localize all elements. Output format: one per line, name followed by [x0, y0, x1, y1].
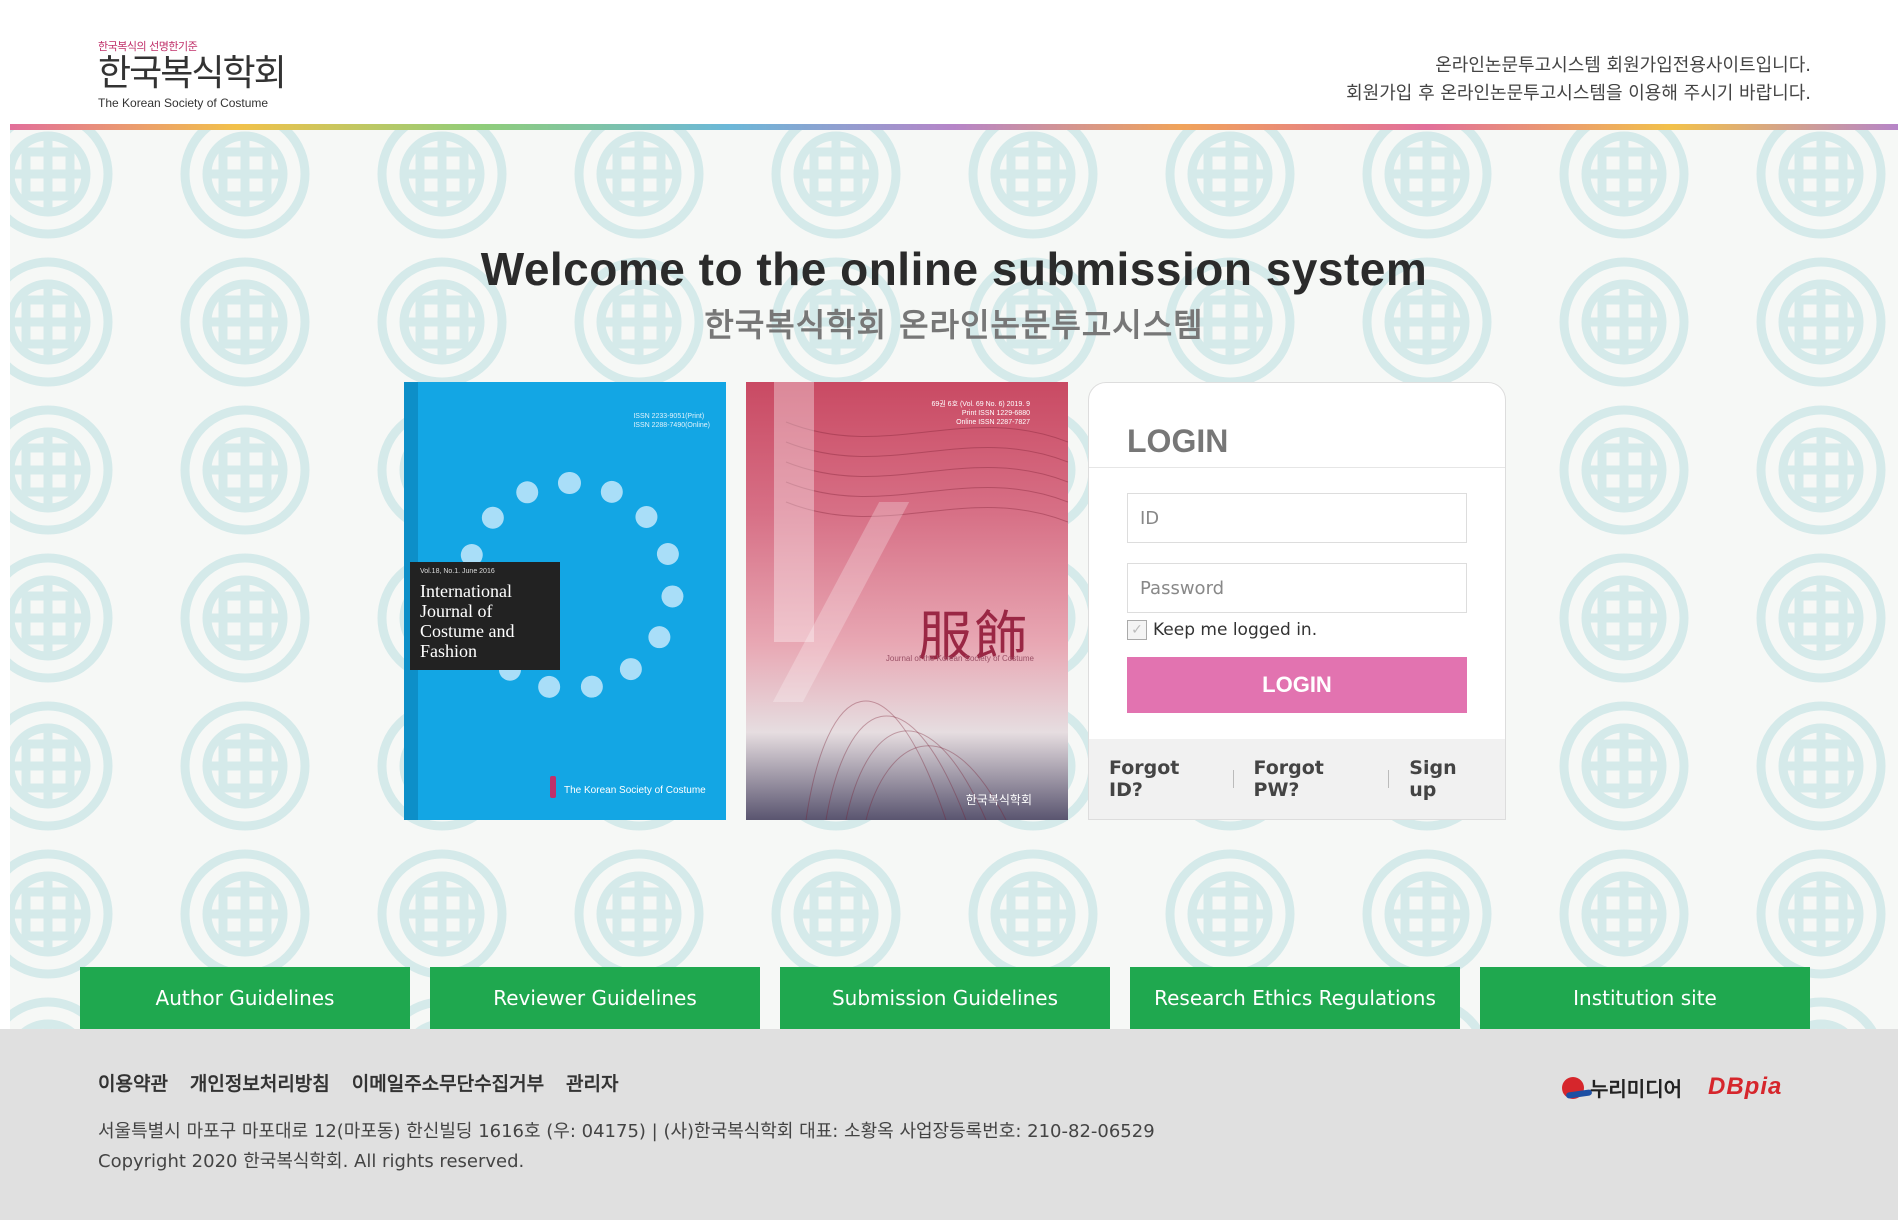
nurimedia-label: 누리미디어 — [1590, 1077, 1682, 1101]
site-header: 한국복식의 선명한기준 한국복식학회 The Korean Society of… — [0, 0, 1898, 124]
keep-logged-in-checkbox[interactable]: ✓ — [1127, 620, 1147, 640]
nurimedia-logo[interactable]: 누리미디어 — [1562, 1073, 1682, 1102]
terms-link[interactable]: 이용약관 — [98, 1069, 168, 1096]
ijcf-society: The Korean Society of Costume — [564, 785, 706, 796]
login-heading: LOGIN — [1127, 423, 1229, 459]
footer-copyright: Copyright 2020 한국복식학회. All rights reserv… — [98, 1151, 525, 1172]
institution-site-button[interactable]: Institution site — [1480, 967, 1810, 1029]
login-button[interactable]: LOGIN — [1127, 657, 1467, 713]
notice-line-1: 온라인논문투고시스템 회원가입전용사이트입니다. — [1435, 55, 1811, 76]
logo-subtitle: The Korean Society of Costume — [98, 96, 269, 110]
submission-guidelines-button[interactable]: Submission Guidelines — [780, 967, 1110, 1029]
footer-address: 서울특별시 마포구 마포대로 12(마포동) 한신빌딩 1616호 (우: 04… — [98, 1121, 1155, 1142]
notice-line-2: 회원가입 후 온라인논문투고시스템을 이용해 주시기 바랍니다. — [1346, 83, 1811, 104]
hero-section: Welcome to the online submission system … — [10, 130, 1898, 1029]
logo-tagline: 한국복식의 선명한기준 — [98, 40, 198, 53]
privacy-policy-link[interactable]: 개인정보처리방침 — [190, 1069, 330, 1096]
bokshik-journal-cover[interactable]: 69권 6호 (Vol. 69 No. 6) 2019. 9 Print ISS… — [746, 382, 1068, 820]
ijcf-volume: Vol.18, No.1. June 2016 — [420, 568, 495, 575]
bokshik-meta: 69권 6호 (Vol. 69 No. 6) 2019. 9 Print ISS… — [932, 400, 1031, 427]
keep-logged-in[interactable]: ✓ Keep me logged in. — [1127, 619, 1317, 641]
ijcf-journal-cover[interactable]: ISSN 2233-9051(Print) ISSN 2288-7490(Onl… — [404, 382, 726, 820]
ijcf-title: International Journal of Costume and Fas… — [420, 581, 515, 661]
bokshik-journal-name: Journal of the Korean Society of Costume — [885, 654, 1034, 663]
ijcf-issn-online: ISSN 2288-7490(Online) — [633, 422, 710, 429]
forgot-pw-link[interactable]: Forgot PW? — [1234, 757, 1389, 801]
society-logo[interactable]: 한국복식의 선명한기준 한국복식학회 The Korean Society of… — [98, 40, 298, 110]
society-mark-icon — [550, 776, 556, 798]
welcome-title: Welcome to the online submission system — [480, 243, 1428, 295]
keep-logged-in-label: Keep me logged in. — [1153, 620, 1318, 640]
footer-links: 이용약관 개인정보처리방침 이메일주소무단수집거부 관리자 — [98, 1069, 641, 1096]
dbpia-logo[interactable]: DBpia — [1708, 1073, 1782, 1101]
reviewer-guidelines-button[interactable]: Reviewer Guidelines — [430, 967, 760, 1029]
nurimedia-icon — [1562, 1076, 1584, 1099]
ijcf-issn: ISSN 2233-9051(Print) ISSN 2288-7490(Onl… — [633, 412, 710, 430]
research-ethics-button[interactable]: Research Ethics Regulations — [1130, 967, 1460, 1029]
welcome-subtitle: 한국복식학회 온라인논문투고시스템 — [704, 306, 1204, 344]
login-links: Forgot ID? Forgot PW? Sign up — [1089, 739, 1505, 819]
signup-notice: 온라인논문투고시스템 회원가입전용사이트입니다. 회원가입 후 온라인논문투고시… — [1346, 52, 1811, 108]
admin-link[interactable]: 관리자 — [566, 1069, 618, 1096]
bokshik-volume: 69권 6호 (Vol. 69 No. 6) 2019. 9 — [931, 401, 1031, 408]
bokshik-society: 한국복식학회 — [965, 793, 1032, 807]
bokshik-issn-print: Print ISSN 1229-6880 — [961, 410, 1030, 417]
author-guidelines-button[interactable]: Author Guidelines — [80, 967, 410, 1029]
ijcf-issn-print: ISSN 2233-9051(Print) — [633, 413, 705, 420]
bokshik-issn-online: Online ISSN 2287-7827 — [956, 419, 1030, 426]
logo-title: 한국복식학회 — [98, 53, 287, 94]
password-input[interactable] — [1127, 563, 1467, 613]
ijcf-title-label: Vol.18, No.1. June 2016 International Jo… — [410, 562, 560, 670]
login-panel: LOGIN ✓ Keep me logged in. LOGIN Forgot … — [1088, 382, 1506, 820]
sign-up-link[interactable]: Sign up — [1389, 757, 1505, 801]
id-input[interactable] — [1127, 493, 1467, 543]
site-footer: 이용약관 개인정보처리방침 이메일주소무단수집거부 관리자 서울특별시 마포구 … — [0, 1029, 1898, 1220]
divider — [1089, 467, 1505, 468]
forgot-id-link[interactable]: Forgot ID? — [1089, 757, 1233, 801]
email-refusal-link[interactable]: 이메일주소무단수집거부 — [352, 1069, 544, 1096]
